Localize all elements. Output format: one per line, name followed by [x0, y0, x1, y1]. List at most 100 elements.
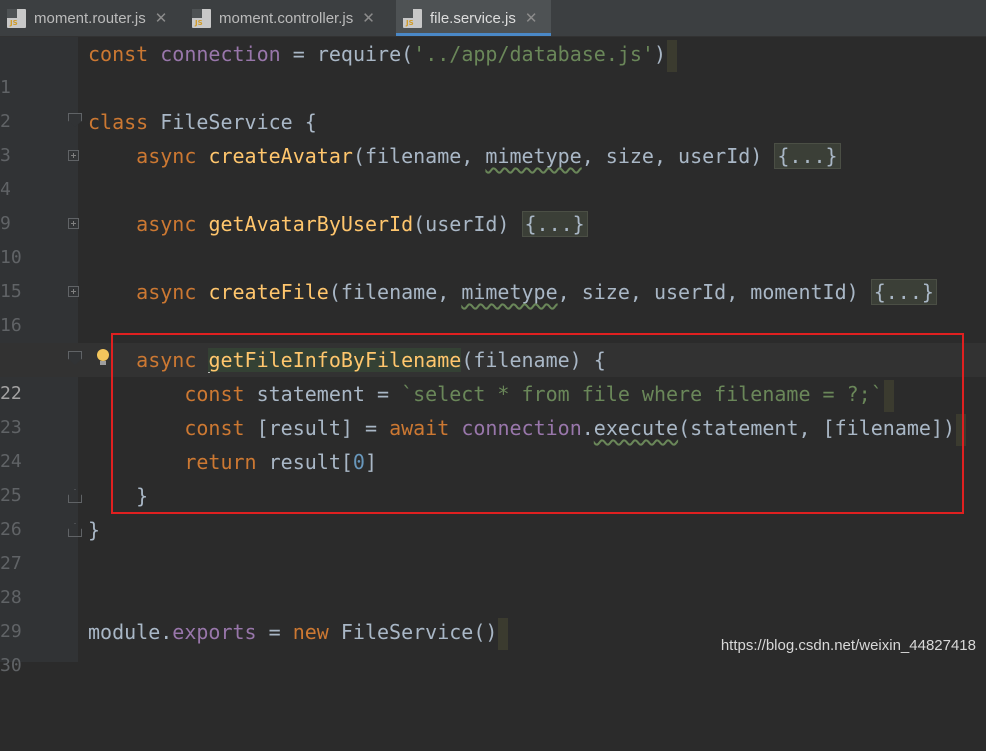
- fold-expand-icon[interactable]: [68, 286, 79, 297]
- code-token: return: [184, 450, 257, 474]
- close-icon[interactable]: ✕: [362, 9, 375, 27]
- tab-moment-controller[interactable]: JS moment.controller.js ✕: [185, 0, 395, 36]
- code-line[interactable]: 3 class FileService {: [0, 105, 986, 166]
- code-token: (filename,: [352, 144, 486, 168]
- code-token: =: [292, 42, 305, 66]
- code-line[interactable]: 16 async createFile(filename, mimetype, …: [0, 275, 986, 336]
- fold-end-icon[interactable]: [68, 523, 82, 537]
- code-token: (userId): [413, 212, 510, 236]
- code-token: , size, userId, momentId): [557, 280, 859, 304]
- code-token: }: [88, 518, 101, 542]
- code-token: async: [136, 348, 197, 372]
- code-line[interactable]: 9: [0, 173, 986, 234]
- folded-code-placeholder[interactable]: {...}: [870, 279, 937, 305]
- code-line[interactable]: 28: [0, 547, 986, 608]
- code-token: }: [136, 484, 149, 508]
- code-editor[interactable]: 1 const connection = require('../app/dat…: [0, 37, 986, 676]
- code-text: const connection = require('../app/datab…: [88, 37, 678, 72]
- code-token: const: [184, 416, 245, 440]
- code-token: 0: [352, 450, 365, 474]
- code-token: FileService: [160, 110, 293, 134]
- js-icon-label: JS: [10, 18, 18, 27]
- code-line[interactable]: 21: [0, 309, 986, 370]
- code-line[interactable]: 27 }: [0, 513, 986, 574]
- code-line[interactable]: 23 const statement = `select * from file…: [0, 377, 986, 438]
- fold-end-icon[interactable]: [68, 489, 82, 503]
- code-token: {: [304, 110, 317, 134]
- code-line[interactable]: 26 }: [0, 479, 986, 540]
- code-token: (statement, [filename]): [678, 416, 956, 440]
- code-token: getFileInfoByFilename: [208, 348, 462, 372]
- tab-file-service[interactable]: JS file.service.js ✕: [396, 0, 551, 36]
- js-icon-label: JS: [406, 18, 414, 27]
- code-line[interactable]: 25 return result[0]: [0, 445, 986, 506]
- code-token: `select * from file where filename = ?;`: [401, 382, 883, 406]
- code-token: new: [292, 620, 329, 644]
- code-token: =: [256, 620, 293, 644]
- code-token: (filename) {: [461, 348, 606, 372]
- code-token: async: [136, 212, 197, 236]
- code-text: async createAvatar(filename, mimetype, s…: [88, 139, 841, 173]
- code-line[interactable]: 29: [0, 581, 986, 642]
- code-token: const: [88, 42, 149, 66]
- code-token: ]: [364, 450, 378, 474]
- fold-collapse-icon[interactable]: [68, 351, 82, 365]
- close-icon[interactable]: ✕: [155, 9, 168, 27]
- code-token: statement =: [256, 382, 390, 406]
- code-line[interactable]: 2: [0, 71, 986, 132]
- code-token: connection: [461, 416, 582, 440]
- code-text: class FileService {: [88, 105, 317, 139]
- code-token: module.: [88, 620, 173, 644]
- code-text: async getAvatarByUserId(userId) {...}: [88, 207, 588, 241]
- code-token: mimetype: [461, 280, 558, 304]
- tab-label: moment.router.js: [34, 9, 146, 27]
- code-token: createAvatar: [208, 144, 353, 168]
- code-token: async: [136, 144, 197, 168]
- js-file-icon: JS: [192, 8, 211, 28]
- code-line[interactable]: 24 const [result] = await connection.exe…: [0, 411, 986, 472]
- code-line[interactable]: 1 const connection = require('../app/dat…: [0, 37, 986, 98]
- code-token: .: [581, 416, 594, 440]
- code-line[interactable]: 15: [0, 241, 986, 302]
- bracket-match-marker: [667, 39, 678, 72]
- code-token: const: [184, 382, 245, 406]
- code-line[interactable]: 4 async createAvatar(filename, mimetype,…: [0, 139, 986, 200]
- fold-expand-icon[interactable]: [68, 218, 79, 229]
- editor-tab-bar: JS moment.router.js ✕ JS moment.controll…: [0, 0, 986, 37]
- code-line-current[interactable]: 22 async getFileInfoByFilename(filename)…: [0, 343, 986, 404]
- tab-label: file.service.js: [430, 9, 516, 27]
- code-token: '../app/database.js': [413, 42, 654, 66]
- code-token: result[: [268, 450, 353, 474]
- folded-code-placeholder[interactable]: {...}: [774, 143, 841, 169]
- fold-collapse-icon[interactable]: [68, 113, 82, 127]
- code-text: async getFileInfoByFilename(filename) {: [88, 343, 606, 377]
- code-text: return result[0]: [88, 445, 377, 479]
- fold-expand-icon[interactable]: [68, 150, 79, 161]
- code-token: FileService(): [340, 620, 498, 644]
- line-number: 30: [0, 655, 22, 676]
- code-token: (filename,: [328, 280, 462, 304]
- close-icon[interactable]: ✕: [525, 9, 538, 27]
- code-token: createFile: [208, 280, 329, 304]
- bracket-match-marker: [498, 617, 509, 650]
- code-token: exports: [172, 620, 257, 644]
- code-token: await: [389, 416, 450, 440]
- code-token: getAvatarByUserId: [208, 212, 414, 236]
- code-token: async: [136, 280, 197, 304]
- tab-label: moment.controller.js: [219, 9, 354, 27]
- code-token: class: [88, 110, 149, 134]
- folded-code-placeholder[interactable]: {...}: [521, 211, 588, 237]
- code-token: mimetype: [485, 144, 582, 168]
- code-text: }: [88, 513, 100, 547]
- code-text: const statement = `select * from file wh…: [88, 377, 894, 412]
- tab-moment-router[interactable]: JS moment.router.js ✕: [0, 0, 184, 36]
- js-file-icon: JS: [7, 8, 26, 28]
- code-token: execute: [593, 416, 679, 440]
- code-token: require(: [316, 42, 414, 66]
- js-icon-label: JS: [195, 18, 203, 27]
- bracket-match-marker: [883, 379, 894, 412]
- js-file-icon: JS: [403, 8, 422, 28]
- code-line[interactable]: 10 async getAvatarByUserId(userId) {...}: [0, 207, 986, 268]
- code-text: const [result] = await connection.execut…: [88, 411, 967, 446]
- code-token: ): [653, 42, 667, 66]
